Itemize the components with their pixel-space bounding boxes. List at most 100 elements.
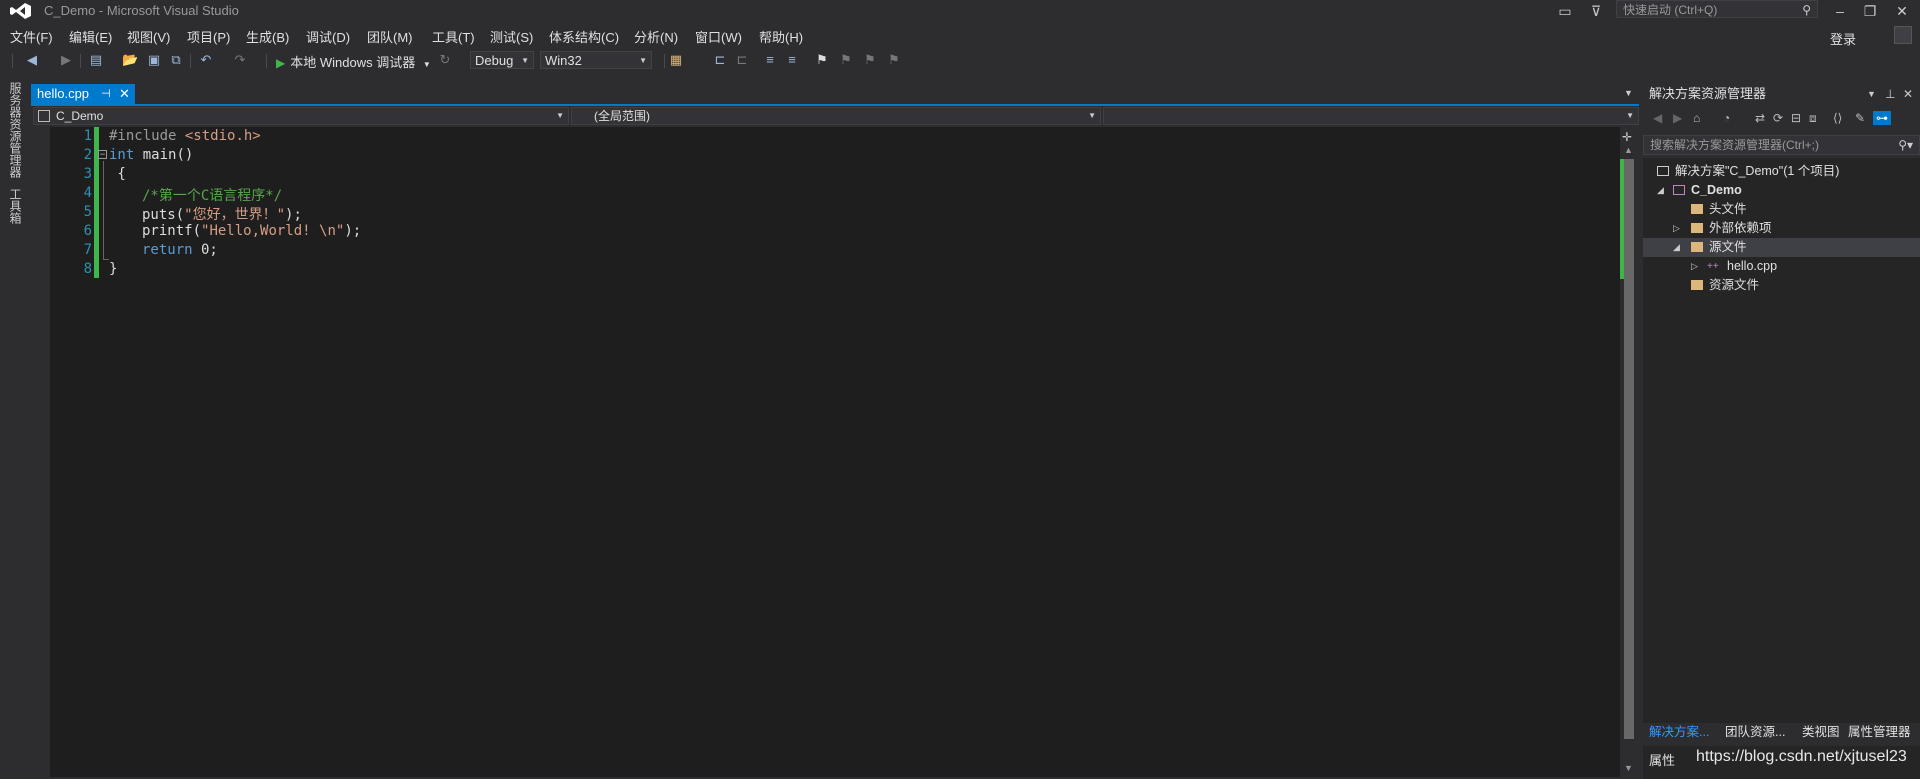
bookmark-clear-icon[interactable]: ⚑ [886, 52, 902, 68]
menu-window[interactable]: 窗口(W) [695, 27, 742, 46]
pin-icon[interactable]: ⊣ [101, 84, 111, 104]
tree-item-header-files[interactable]: 头文件 [1643, 200, 1920, 219]
chevron-down-icon: ▼ [521, 56, 529, 65]
restore-button[interactable]: ❐ [1858, 0, 1882, 22]
menu-tools[interactable]: 工具(T) [432, 27, 475, 46]
sync-icon[interactable]: ⇄ [1755, 111, 1765, 125]
member-scope-select[interactable]: ▼ [1103, 107, 1639, 125]
menu-team[interactable]: 团队(M) [367, 27, 413, 46]
tree-item-label: 资源文件 [1709, 278, 1760, 292]
menu-analyze[interactable]: 分析(N) [634, 27, 678, 46]
home-icon[interactable]: ⌂ [1693, 111, 1700, 125]
collapse-all-icon[interactable]: ⊟ [1791, 111, 1801, 125]
configuration-select[interactable]: Debug ▼ [470, 51, 534, 69]
step-icon[interactable]: ⊏ [712, 52, 728, 68]
back-icon[interactable]: ◀ [1653, 111, 1662, 125]
tab-hello-cpp[interactable]: hello.cpp ⊣ ✕ [31, 84, 135, 104]
attach-process-icon[interactable]: ↻ [437, 52, 453, 68]
open-file-icon[interactable]: 📂 [122, 52, 138, 68]
bookmark-icon[interactable]: ⚑ [814, 52, 830, 68]
split-window-icon[interactable]: ✛ [1622, 130, 1632, 144]
outdent-icon[interactable]: ≡ [784, 52, 800, 68]
visual-studio-logo-icon [10, 3, 31, 19]
search-icon: ⚲▾ [1898, 138, 1913, 152]
step-gray-icon[interactable]: ⊏ [734, 52, 750, 68]
save-all-icon[interactable]: ⧉ [168, 52, 184, 68]
menu-help[interactable]: 帮助(H) [759, 27, 803, 46]
platform-value: Win32 [545, 53, 582, 68]
server-explorer-tab[interactable]: 服务器资源管理器 [6, 82, 24, 178]
chevron-down-icon[interactable]: ▼ [1867, 84, 1876, 104]
code-line-8: } [109, 261, 118, 277]
tab-solution-explorer[interactable]: 解决方案... [1649, 722, 1709, 742]
tree-item-source-files[interactable]: ◢ 源文件 [1643, 238, 1920, 257]
find-in-files-icon[interactable]: ▦ [668, 52, 684, 68]
expanded-icon[interactable]: ◢ [1657, 181, 1664, 200]
navigate-forward-icon[interactable]: ▶ [58, 52, 74, 68]
menu-view[interactable]: 视图(V) [127, 27, 170, 46]
menu-file[interactable]: 文件(F) [10, 27, 53, 46]
menu-architecture[interactable]: 体系结构(C) [549, 27, 619, 46]
tree-item-resource-files[interactable]: 资源文件 [1643, 276, 1920, 295]
global-scope-select[interactable]: (全局范围) ▼ [571, 107, 1101, 125]
menu-build[interactable]: 生成(B) [246, 27, 289, 46]
tab-property-manager[interactable]: 属性管理器 [1848, 722, 1911, 742]
menu-edit[interactable]: 编辑(E) [69, 27, 112, 46]
pin-icon[interactable]: ⊥ [1885, 84, 1895, 104]
scroll-down-icon[interactable]: ▼ [1624, 763, 1633, 773]
collapsed-icon[interactable]: ▷ [1673, 219, 1680, 238]
collapsed-icon[interactable]: ▷ [1691, 257, 1698, 276]
properties-wrench-icon[interactable]: ✎ [1855, 111, 1865, 125]
scroll-up-icon[interactable]: ▲ [1624, 145, 1633, 155]
menu-test[interactable]: 测试(S) [490, 27, 533, 46]
show-all-files-icon[interactable]: ⧈ [1809, 111, 1817, 126]
minimize-button[interactable]: – [1828, 0, 1852, 22]
tree-item-project[interactable]: ◢ C_Demo [1643, 181, 1920, 200]
keyword: int [109, 147, 135, 163]
refresh-icon[interactable]: ⟳ [1773, 111, 1783, 125]
tree-item-hello-cpp[interactable]: ▷ ++ hello.cpp [1643, 257, 1920, 276]
expanded-icon[interactable]: ◢ [1673, 238, 1680, 257]
filter-icon[interactable]: ⊽ [1584, 0, 1608, 22]
navigate-back-icon[interactable]: ◀ [24, 52, 40, 68]
code-text: ); [344, 223, 362, 239]
collapse-toggle-icon[interactable]: − [98, 150, 107, 159]
tab-class-view[interactable]: 类视图 [1802, 722, 1840, 742]
solution-explorer-search-input[interactable]: 搜索解决方案资源管理器(Ctrl+;) ⚲▾ [1643, 135, 1920, 155]
tree-item-solution[interactable]: 解决方案"C_Demo"(1 个项目) [1643, 162, 1920, 181]
toolbox-tab[interactable]: 工具箱 [6, 188, 24, 224]
tree-item-external-dependencies[interactable]: ▷ 外部依赖项 [1643, 219, 1920, 238]
editor-vertical-scrollbar[interactable]: ▲ ▼ [1620, 127, 1638, 777]
new-project-icon[interactable]: ▤ [88, 52, 104, 68]
keyword: return [142, 242, 193, 258]
forward-icon[interactable]: ▶ [1673, 111, 1682, 125]
preview-selected-icon[interactable]: ⊶ [1873, 111, 1891, 125]
view-code-icon[interactable]: ⟨⟩ [1833, 111, 1842, 125]
save-icon[interactable]: ▣ [146, 52, 162, 68]
menu-debug[interactable]: 调试(D) [306, 27, 350, 46]
menu-project[interactable]: 项目(P) [187, 27, 230, 46]
platform-select[interactable]: Win32 ▼ [540, 51, 652, 69]
chevron-down-icon[interactable]: ▼ [1624, 88, 1633, 98]
code-editor[interactable]: 1 2 3 4 5 6 7 8 − #include <stdio.h> int… [50, 127, 1620, 777]
code-line-6: printf("Hello,World! \n"); [142, 223, 361, 239]
indent-icon[interactable]: ≡ [762, 52, 778, 68]
scrollbar-thumb[interactable] [1624, 159, 1634, 739]
close-icon[interactable]: ✕ [119, 84, 130, 104]
bookmark-next-icon[interactable]: ⚑ [862, 52, 878, 68]
feedback-icon[interactable]: ▭ [1553, 0, 1577, 22]
close-button[interactable]: ✕ [1890, 0, 1914, 22]
project-scope-select[interactable]: C_Demo ▼ [33, 107, 569, 125]
pending-changes-icon[interactable]: ◔ [1723, 111, 1730, 125]
start-debugging-button[interactable]: ▶ 本地 Windows 调试器 ▼ [276, 52, 431, 71]
quick-launch-input[interactable]: 快速启动 (Ctrl+Q) ⚲ [1616, 0, 1818, 18]
code-text: ); [285, 207, 302, 223]
user-avatar-icon[interactable] [1894, 26, 1912, 44]
folder-icon [1691, 223, 1703, 233]
redo-icon[interactable]: ↷ [232, 52, 248, 68]
tab-team-explorer[interactable]: 团队资源... [1725, 722, 1785, 742]
login-link[interactable]: 登录 [1830, 29, 1856, 48]
undo-icon[interactable]: ↶ [198, 52, 214, 68]
close-icon[interactable]: ✕ [1903, 84, 1913, 104]
bookmark-prev-icon[interactable]: ⚑ [838, 52, 854, 68]
